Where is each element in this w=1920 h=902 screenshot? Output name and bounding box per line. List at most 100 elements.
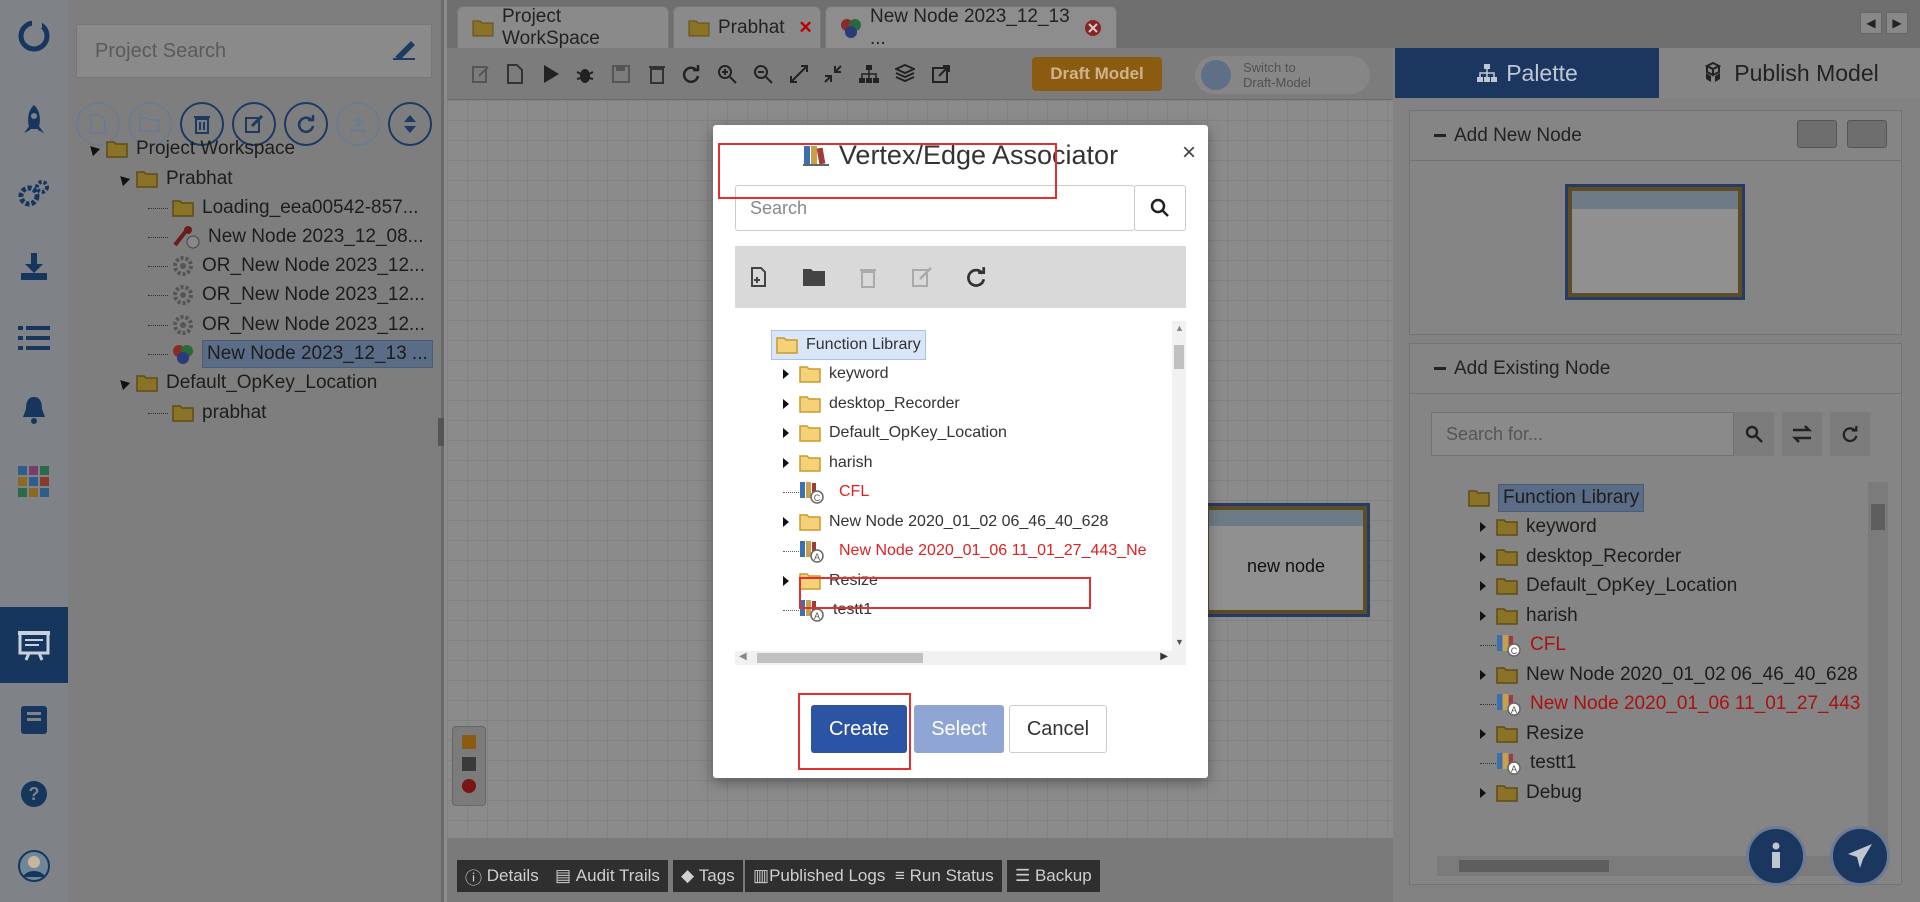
tree-item[interactable]: New Node 2020_01_02 06_46_40_628: [783, 507, 1108, 537]
draft-model-button[interactable]: Draft Model: [1032, 57, 1162, 91]
publish-model-tab[interactable]: Publish Model: [1659, 48, 1920, 98]
logo-icon[interactable]: [14, 16, 54, 56]
tree-item[interactable]: C CFL: [783, 477, 869, 507]
right-tree-item[interactable]: Resize: [1480, 719, 1584, 749]
tree-horizontal-scrollbar[interactable]: ◀ ▶: [735, 651, 1172, 665]
cancel-button[interactable]: Cancel: [1009, 705, 1107, 753]
avatar[interactable]: [14, 846, 54, 886]
published-logs-tab[interactable]: ▥ Published Logs: [745, 860, 894, 892]
hierarchy-icon[interactable]: [857, 62, 881, 86]
right-tree-item[interactable]: C CFL: [1480, 630, 1566, 660]
delete-icon[interactable]: [645, 62, 669, 86]
add-existing-node-heading[interactable]: Add Existing Node: [1410, 344, 1901, 394]
tree-item[interactable]: keyword: [783, 359, 889, 389]
refresh-icon[interactable]: [1830, 412, 1870, 456]
folder-icon[interactable]: [801, 264, 827, 290]
project-tree-item[interactable]: Default_OpKey_Location: [115, 368, 377, 398]
book-icon[interactable]: [14, 700, 54, 740]
swap-icon[interactable]: [1782, 412, 1822, 456]
tags-tab[interactable]: ◆ Tags: [673, 860, 743, 892]
bell-icon[interactable]: [14, 390, 54, 430]
expand-arrow-icon[interactable]: [1480, 670, 1490, 680]
right-tree-root[interactable]: Function Library: [1468, 483, 1645, 513]
right-tree-item[interactable]: A New Node 2020_01_06 11_01_27_443: [1480, 689, 1860, 719]
run-status-tab[interactable]: ≡ Run Status: [887, 860, 1002, 892]
expand-arrow-icon[interactable]: [1480, 522, 1490, 532]
project-tree-item[interactable]: OR_New Node 2023_12...: [148, 280, 425, 310]
edit-icon[interactable]: [909, 264, 935, 290]
right-tree-scrollbar[interactable]: [1868, 482, 1888, 856]
expand-icon[interactable]: [787, 62, 811, 86]
grid-icon[interactable]: [14, 462, 54, 502]
audit-trails-tab[interactable]: ▤ Audit Trails: [547, 860, 668, 892]
canvas-node[interactable]: new node: [1202, 503, 1370, 617]
expand-arrow-icon[interactable]: [1480, 581, 1490, 591]
backup-tab[interactable]: ☰ Backup: [1007, 860, 1100, 892]
refresh-icon[interactable]: [963, 264, 989, 290]
project-search-input[interactable]: Project Search: [76, 24, 432, 78]
download-icon[interactable]: [14, 246, 54, 286]
expand-arrow-icon[interactable]: [783, 576, 793, 586]
sort-button[interactable]: [388, 102, 432, 146]
tree-item[interactable]: A New Node 2020_01_06 11_01_27_443_Ne: [783, 536, 1147, 566]
layers-icon[interactable]: [893, 62, 917, 86]
edit-doc-icon[interactable]: [469, 62, 493, 86]
tree-item[interactable]: desktop_Recorder: [783, 389, 960, 419]
presentation-icon[interactable]: [14, 625, 54, 665]
tab-prabhat[interactable]: Prabhat ✕: [673, 6, 821, 48]
palette-tab[interactable]: Palette: [1395, 48, 1659, 98]
tree-vertical-scrollbar[interactable]: ▲ ▼: [1172, 321, 1186, 665]
tree-item[interactable]: Atestt1: [783, 595, 872, 625]
new-node-template[interactable]: [1565, 184, 1745, 300]
expand-arrow-icon[interactable]: [1480, 788, 1490, 798]
rocket-icon[interactable]: [14, 100, 54, 140]
expand-arrow-icon[interactable]: [783, 399, 793, 409]
project-tree-item[interactable]: prabhat: [148, 398, 266, 428]
existing-node-search-input[interactable]: Search for...: [1431, 412, 1734, 456]
details-tab[interactable]: ⓘ Details: [457, 860, 547, 892]
right-tree-item[interactable]: Default_OpKey_Location: [1480, 571, 1737, 601]
create-button[interactable]: Create: [811, 705, 907, 753]
save-icon[interactable]: [609, 62, 633, 86]
debug-icon[interactable]: [573, 62, 597, 86]
project-tree-item[interactable]: Prabhat: [115, 164, 233, 194]
expand-arrow-icon[interactable]: [783, 517, 793, 527]
refresh-icon[interactable]: [679, 62, 703, 86]
upload-button[interactable]: [336, 102, 380, 146]
right-tree-item[interactable]: desktop_Recorder: [1480, 542, 1681, 572]
doc-icon[interactable]: [503, 62, 527, 86]
project-tree-item[interactable]: New Node 2023_12_08...: [148, 222, 424, 252]
right-tree-item[interactable]: keyword: [1480, 512, 1597, 542]
plane-fab-button[interactable]: [1830, 826, 1890, 886]
unlink-icon[interactable]: [1847, 120, 1887, 148]
panel-resize-handle[interactable]: [438, 418, 444, 446]
right-tree-item[interactable]: Debug: [1480, 778, 1582, 808]
play-icon[interactable]: [539, 62, 563, 86]
tree-item[interactable]: Default_OpKey_Location: [783, 418, 1007, 448]
project-tree-item[interactable]: OR_New Node 2023_12...: [148, 310, 425, 340]
help-icon[interactable]: ?: [14, 774, 54, 814]
project-tree-item[interactable]: Loading_eea00542-857...: [148, 193, 419, 223]
tree-item[interactable]: Resize: [783, 566, 878, 596]
project-tree-item[interactable]: Project Workspace: [85, 134, 295, 164]
expand-arrow-icon[interactable]: [1480, 552, 1490, 562]
close-tab-icon[interactable]: ✕: [799, 18, 813, 38]
info-fab-button[interactable]: [1746, 826, 1806, 886]
zoom-in-icon[interactable]: [715, 62, 739, 86]
list-icon[interactable]: [14, 318, 54, 358]
tab-scroll-right-icon[interactable]: ▶: [1886, 12, 1908, 34]
add-node-icon[interactable]: [747, 264, 773, 290]
expand-arrow-icon[interactable]: [783, 458, 793, 468]
search-icon[interactable]: [1734, 412, 1774, 456]
right-tree-item[interactable]: harish: [1480, 601, 1578, 631]
settings-icon[interactable]: [14, 174, 54, 214]
select-button[interactable]: Select: [914, 705, 1004, 753]
expand-arrow-icon[interactable]: [1480, 729, 1490, 739]
tab-new-node[interactable]: New Node 2023_12_13 ...: [825, 6, 1117, 49]
tree-root-function-library[interactable]: Function Library: [771, 330, 926, 360]
project-tree-item[interactable]: New Node 2023_12_13 ...: [148, 339, 433, 369]
project-tree-item[interactable]: OR_New Node 2023_12...: [148, 251, 425, 281]
card-view-icon[interactable]: [1797, 120, 1837, 148]
close-tab-icon[interactable]: [1084, 19, 1102, 37]
eraser-icon[interactable]: [391, 41, 417, 61]
